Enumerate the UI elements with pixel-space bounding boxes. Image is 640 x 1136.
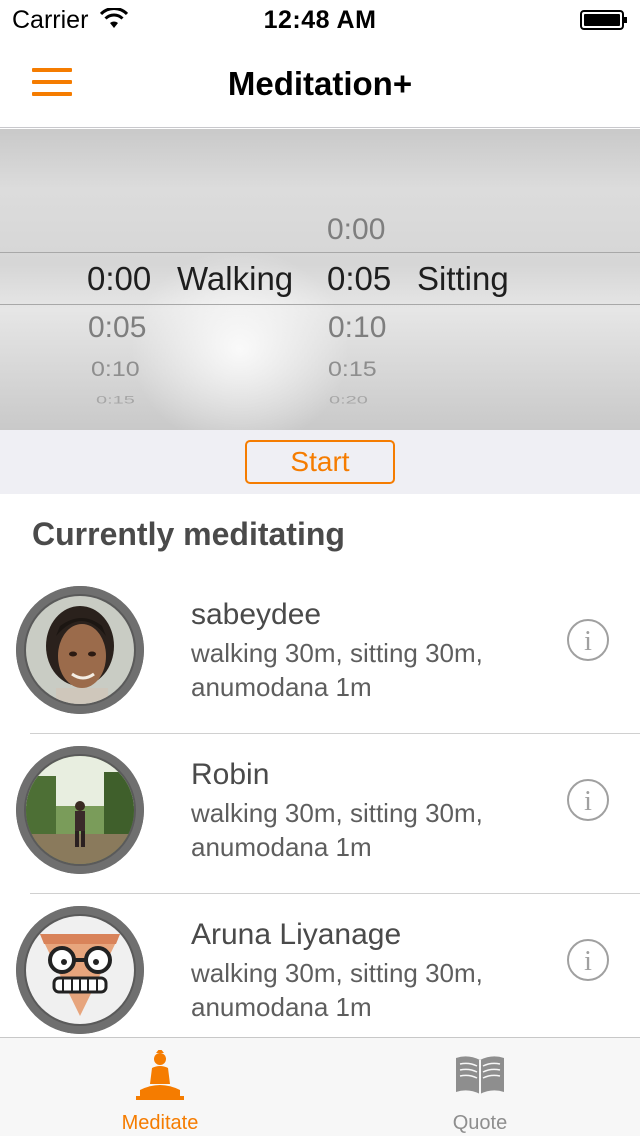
info-icon[interactable]: i [566, 778, 610, 822]
walking-selected-value[interactable]: 0:00 [87, 260, 151, 298]
svg-text:i: i [584, 626, 592, 657]
info-icon[interactable]: i [566, 618, 610, 662]
book-icon [456, 1056, 504, 1094]
time-picker[interactable]: 0:00 Walking 0:05 0:10 0:15 0:00 0:05 Si… [0, 129, 640, 430]
battery-icon [580, 10, 627, 30]
buddha-icon [136, 1050, 184, 1100]
avatar [16, 746, 144, 874]
picker-selection-top-line [0, 252, 640, 253]
page-title: Meditation+ [227, 65, 413, 102]
tab-quote[interactable]: Quote [320, 1038, 640, 1136]
sitting-label: Sitting [417, 260, 509, 297]
user-activity: walking 30m, sitting 30m, anumodana 1m [191, 798, 483, 862]
tab-label: Quote [452, 1112, 508, 1134]
list-item[interactable]: Aruna Liyanage walking 30m, sitting 30m,… [0, 894, 640, 1054]
list-item[interactable]: sabeydee walking 30m, sitting 30m, anumo… [0, 574, 640, 734]
start-bar: Start [0, 430, 640, 494]
avatar-photo [26, 756, 134, 864]
user-name: sabeydee [191, 598, 322, 631]
avatar-photo [26, 596, 134, 704]
info-icon[interactable]: i [566, 938, 610, 982]
user-name: Aruna Liyanage [191, 918, 402, 951]
clock: 12:48 AM [263, 6, 377, 34]
sitting-selected-value[interactable]: 0:05 [327, 260, 391, 298]
avatar [16, 906, 144, 1034]
sitting-option[interactable]: 0:00 [327, 213, 385, 247]
navigation-bar: Meditation+ [0, 40, 640, 128]
sitting-option[interactable]: 0:15 [328, 357, 377, 382]
avatar [16, 586, 144, 714]
svg-text:i: i [584, 786, 592, 817]
tab-bar: Meditate Quote [0, 1037, 640, 1136]
sitting-option[interactable]: 0:10 [328, 311, 386, 345]
user-activity: walking 30m, sitting 30m, anumodana 1m [191, 638, 483, 702]
section-title: Currently meditating [32, 516, 345, 552]
walking-option[interactable]: 0:15 [96, 394, 135, 407]
sitting-option[interactable]: 0:20 [329, 394, 368, 407]
user-name: Robin [191, 758, 270, 791]
user-activity: walking 30m, sitting 30m, anumodana 1m [191, 958, 483, 1022]
walking-option[interactable]: 0:05 [88, 311, 146, 345]
start-button[interactable]: Start [245, 440, 395, 484]
walking-option[interactable]: 0:10 [91, 357, 140, 382]
svg-text:i: i [584, 946, 592, 977]
tab-label: Meditate [121, 1112, 199, 1134]
list-item[interactable]: Robin walking 30m, sitting 30m, anumodan… [0, 734, 640, 894]
tab-meditate[interactable]: Meditate [0, 1038, 320, 1136]
status-bar: Carrier 12:48 AM [0, 0, 640, 40]
walking-label: Walking [177, 260, 294, 297]
picker-selection-bottom-line [0, 304, 640, 305]
avatar-photo [26, 916, 134, 1024]
